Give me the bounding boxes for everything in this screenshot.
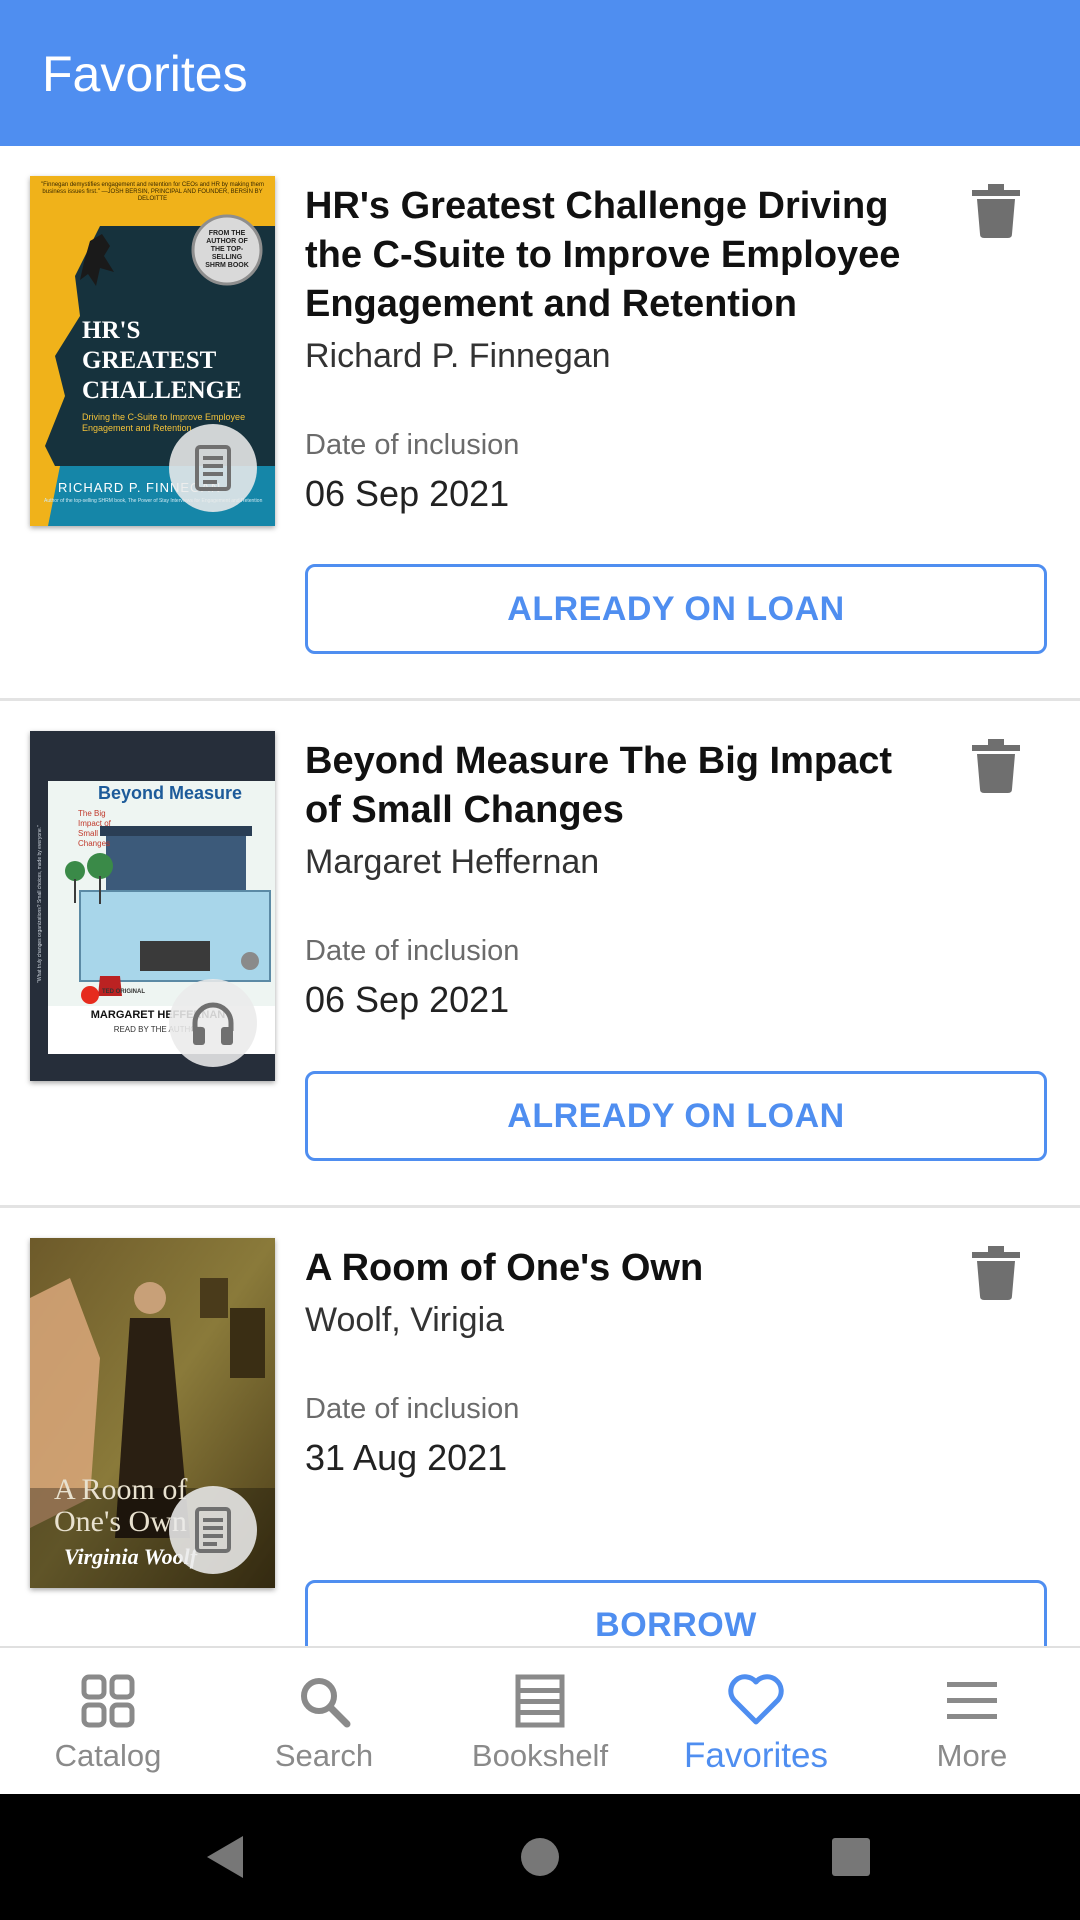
trash-icon[interactable] [972, 1246, 1020, 1300]
book-author: Margaret Heffernan [305, 843, 600, 881]
nav-item-catalog[interactable]: Catalog [0, 1648, 216, 1796]
date-label: Date of inclusion [305, 429, 520, 461]
inclusion-date: 06 Sep 2021 [305, 979, 510, 1020]
format-badge [169, 424, 257, 512]
trash-icon[interactable] [972, 184, 1020, 238]
book-author: Woolf, Virigia [305, 1301, 505, 1339]
loan-status-button[interactable]: ALREADY ON LOAN [305, 564, 1047, 654]
book-author: Richard P. Finnegan [305, 337, 611, 375]
document-icon [195, 1507, 231, 1553]
book-title[interactable]: A Room of One's Own [305, 1244, 935, 1293]
cover-title-line: GREATEST [82, 347, 217, 374]
format-badge [169, 979, 257, 1067]
headphones-icon [192, 1002, 234, 1045]
cover-title: HR'S GREATEST CHALLENGE [82, 316, 242, 406]
book-details: HR's Greatest Challenge Driving the C-Su… [305, 182, 945, 515]
bookshelf-icon [515, 1674, 565, 1728]
nav-item-favorites[interactable]: Favorites [648, 1648, 864, 1796]
cover-side-quote: "What truly changes organizations? Small… [37, 825, 43, 983]
system-navigation-bar [0, 1794, 1080, 1920]
book-title[interactable]: Beyond Measure The Big Impact of Small C… [305, 737, 935, 835]
nav-label: Catalog [54, 1738, 162, 1773]
favorites-list: "Finnegan demystifies engagement and ret… [0, 146, 1080, 1670]
heart-icon [728, 1674, 784, 1725]
inclusion-date: 06 Sep 2021 [305, 473, 510, 514]
nav-item-bookshelf[interactable]: Bookshelf [432, 1648, 648, 1796]
format-badge [169, 1486, 257, 1574]
nav-label: Search [274, 1738, 374, 1773]
menu-icon [947, 1682, 997, 1719]
inclusion-date: 31 Aug 2021 [305, 1437, 508, 1478]
date-label: Date of inclusion [305, 935, 520, 967]
cover-seal: FROM THE AUTHOR OF THE TOP-SELLING SHRM … [205, 230, 249, 269]
cover-subtitle: The Big Impact of Small Changes [78, 809, 111, 848]
nav-item-search[interactable]: Search [216, 1648, 432, 1796]
recents-icon[interactable] [832, 1838, 870, 1876]
nav-label: Bookshelf [471, 1738, 609, 1773]
cover-blurb: "Finnegan demystifies engagement and ret… [41, 182, 264, 202]
book-cover[interactable]: Beyond Measure The Big Impact of Small C… [30, 731, 275, 1081]
nav-label: More [936, 1738, 1008, 1773]
cover-title: Beyond Measure [97, 783, 243, 803]
grid-icon [81, 1674, 135, 1728]
system-nav-buttons [207, 1836, 870, 1878]
list-item[interactable]: Beyond Measure The Big Impact of Small C… [0, 701, 1080, 1208]
document-icon [195, 445, 231, 491]
search-icon [301, 1678, 351, 1728]
cover-title-line: HR'S [82, 317, 141, 344]
cover-title-line: CHALLENGE [82, 377, 242, 404]
book-cover[interactable]: "Finnegan demystifies engagement and ret… [30, 176, 275, 526]
app-bar: Favorites [0, 0, 1080, 146]
book-details: Beyond Measure The Big Impact of Small C… [305, 737, 945, 1021]
home-icon[interactable] [521, 1838, 559, 1876]
book-title[interactable]: HR's Greatest Challenge Driving the C-Su… [305, 182, 935, 329]
list-item[interactable]: A Room of One's Own Virginia Woolf A Roo… [0, 1208, 1080, 1670]
bottom-navigation: Catalog Search Bookshelf Favorites More [0, 1646, 1080, 1796]
back-icon[interactable] [207, 1836, 243, 1878]
nav-label: Favorites [684, 1736, 828, 1775]
trash-icon[interactable] [972, 739, 1020, 793]
page-title: Favorites [42, 46, 248, 102]
book-cover[interactable]: A Room of One's Own Virginia Woolf [30, 1238, 275, 1588]
nav-item-more[interactable]: More [864, 1648, 1080, 1796]
loan-status-button[interactable]: ALREADY ON LOAN [305, 1071, 1047, 1161]
cover-series: TED ORIGINAL [102, 989, 145, 995]
book-details: A Room of One's Own Woolf, Virigia Date … [305, 1244, 945, 1479]
date-label: Date of inclusion [305, 1393, 520, 1425]
list-item[interactable]: "Finnegan demystifies engagement and ret… [0, 146, 1080, 701]
